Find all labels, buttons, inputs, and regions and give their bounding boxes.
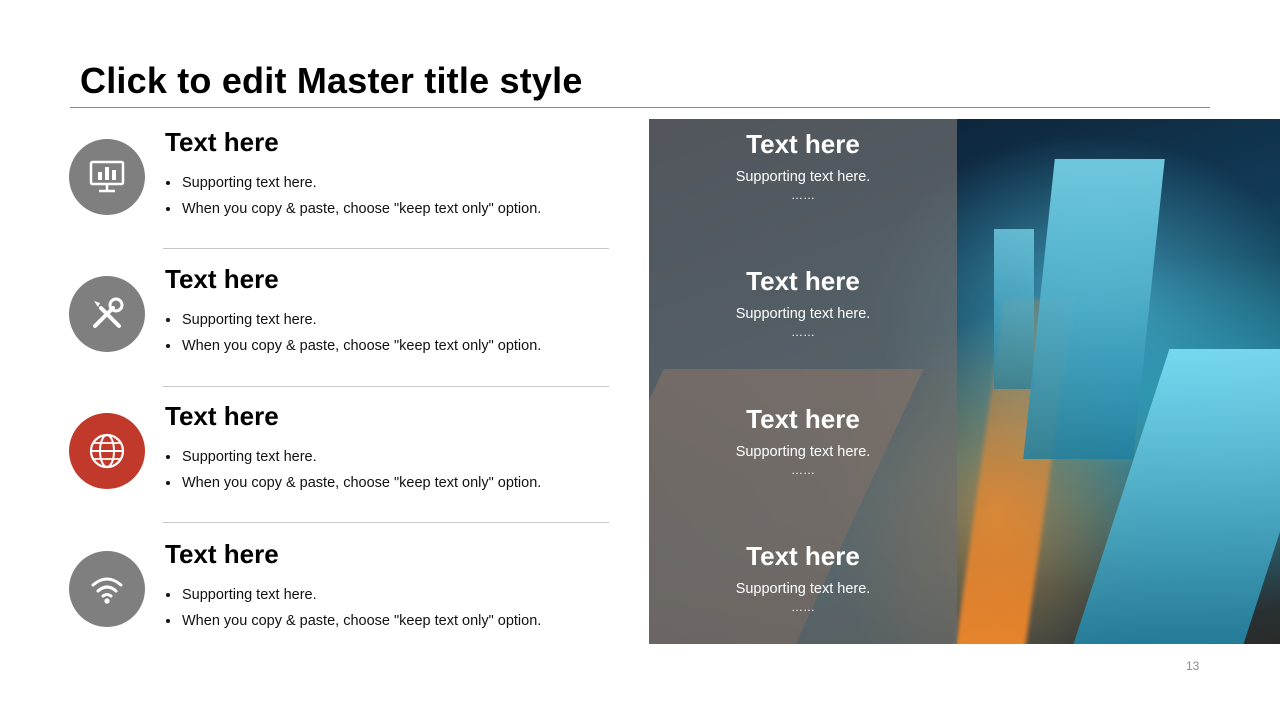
overlay-ellipsis: …… <box>791 463 815 477</box>
item-heading[interactable]: Text here <box>165 127 279 158</box>
overlay-heading[interactable]: Text here <box>649 128 957 160</box>
overlay-heading[interactable]: Text here <box>649 540 957 572</box>
icon-circle <box>69 413 145 489</box>
overlay-subtext[interactable]: Supporting text here. <box>649 305 957 323</box>
bullet-list: Supporting text here. When you copy & pa… <box>164 447 541 499</box>
globe-icon <box>89 433 125 469</box>
bullet-text[interactable]: Supporting text here. <box>164 447 541 473</box>
overlay-subtext[interactable]: Supporting text here. <box>649 168 957 186</box>
list-item: Text here Supporting text here. When you… <box>0 393 640 513</box>
photo-building <box>1023 159 1165 459</box>
bullet-list: Supporting text here. When you copy & pa… <box>164 173 541 225</box>
overlay-item: Text here Supporting text here. …… <box>649 403 957 477</box>
presentation-chart-icon <box>89 160 125 193</box>
bullet-text[interactable]: When you copy & paste, choose "keep text… <box>164 336 541 362</box>
item-divider <box>163 248 609 249</box>
bullet-list: Supporting text here. When you copy & pa… <box>164 310 541 362</box>
title-divider <box>70 107 1210 108</box>
overlay-item: Text here Supporting text here. …… <box>649 265 957 339</box>
photo-building <box>994 229 1034 389</box>
bullet-list: Supporting text here. When you copy & pa… <box>164 585 541 637</box>
overlay-subtext[interactable]: Supporting text here. <box>649 443 957 461</box>
icon-circle <box>69 276 145 352</box>
overlay-heading[interactable]: Text here <box>649 265 957 297</box>
item-heading[interactable]: Text here <box>165 539 279 570</box>
bullet-text[interactable]: Supporting text here. <box>164 585 541 611</box>
wifi-icon <box>91 577 123 604</box>
tools-icon <box>93 297 124 328</box>
bullet-text[interactable]: When you copy & paste, choose "keep text… <box>164 199 541 225</box>
bullet-text[interactable]: When you copy & paste, choose "keep text… <box>164 473 541 499</box>
overlay-item: Text here Supporting text here. …… <box>649 128 957 202</box>
bullet-text[interactable]: When you copy & paste, choose "keep text… <box>164 611 541 637</box>
overlay-ellipsis: …… <box>791 188 815 202</box>
list-item: Text here Supporting text here. When you… <box>0 119 640 239</box>
overlay-ellipsis: …… <box>791 600 815 614</box>
item-heading[interactable]: Text here <box>165 401 279 432</box>
overlay-ellipsis: …… <box>791 325 815 339</box>
item-heading[interactable]: Text here <box>165 264 279 295</box>
item-divider <box>163 522 609 523</box>
item-divider <box>163 386 609 387</box>
overlay-heading[interactable]: Text here <box>649 403 957 435</box>
overlay-subtext[interactable]: Supporting text here. <box>649 580 957 598</box>
bullet-text[interactable]: Supporting text here. <box>164 310 541 336</box>
slide-title[interactable]: Click to edit Master title style <box>80 60 583 102</box>
icon-circle <box>69 139 145 215</box>
list-item: Text here Supporting text here. When you… <box>0 531 640 651</box>
page-number: 13 <box>1186 659 1200 673</box>
list-item: Text here Supporting text here. When you… <box>0 256 640 376</box>
icon-circle <box>69 551 145 627</box>
overlay-item: Text here Supporting text here. …… <box>649 540 957 614</box>
bullet-text[interactable]: Supporting text here. <box>164 173 541 199</box>
